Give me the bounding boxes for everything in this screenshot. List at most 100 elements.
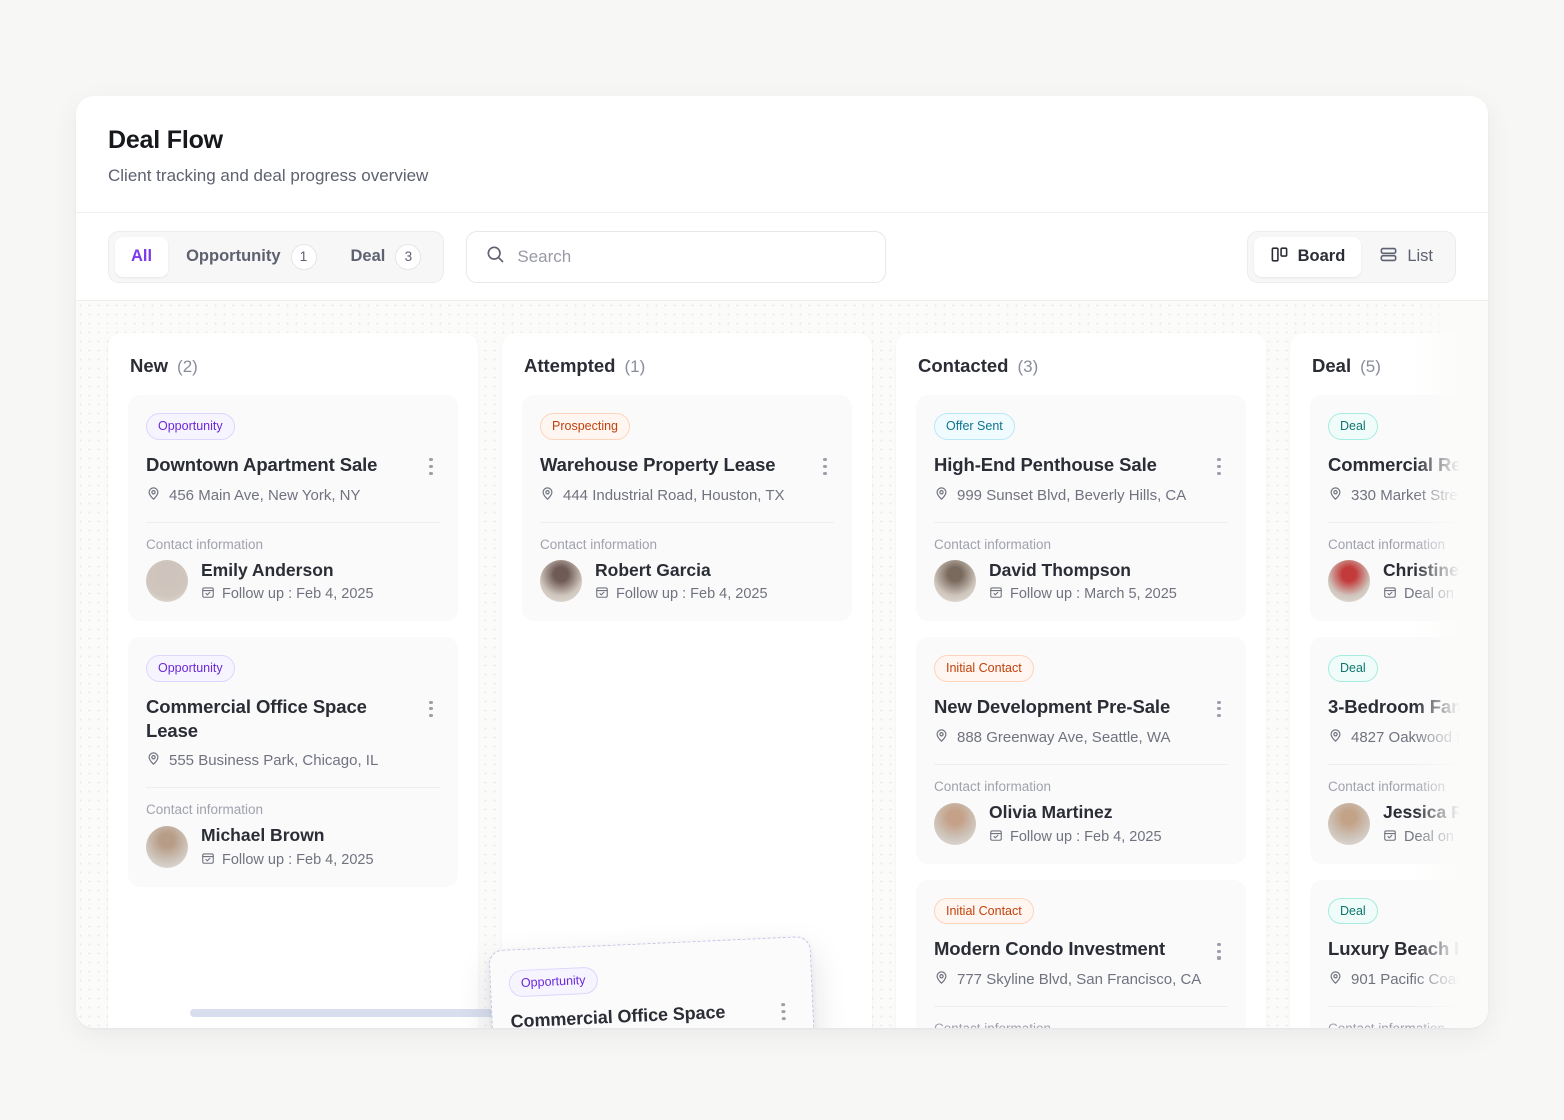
kanban-board[interactable]: New (2) Opportunity Downtown Apartment Sale…	[76, 301, 1488, 1028]
card-address: 456 Main Ave, New York, NY	[169, 486, 361, 504]
location-pin-icon	[1328, 728, 1343, 747]
card-address: 444 Industrial Road, Houston, TX	[563, 486, 785, 504]
card-title: Commercial Office Space Lease	[510, 1001, 726, 1028]
card-badge: Deal	[1328, 413, 1378, 440]
card-title: Modern Condo Investment	[934, 938, 1166, 960]
tab-all[interactable]: All	[115, 236, 169, 277]
card-date: Follow up : Feb 4, 2025	[222, 586, 374, 603]
deal-card[interactable]: Opportunity Commercial Office Space Lease…	[128, 637, 458, 887]
filter-tab-group: All Opportunity 1 Deal 3	[108, 230, 445, 283]
card-title: High-End Penthouse Sale	[934, 453, 1157, 475]
card-date-row: Follow up : Feb 4, 2025	[201, 851, 374, 869]
card-menu-icon[interactable]	[1210, 698, 1228, 720]
column-header: Contacted (3)	[916, 355, 1246, 377]
dragging-card[interactable]: Opportunity Commercial Office Space Leas…	[488, 935, 822, 1028]
column-count: (3)	[1017, 357, 1039, 376]
contact-name: Olivia Martinez	[989, 801, 1113, 822]
tab-deal[interactable]: Deal 3	[335, 237, 438, 277]
card-date-row: Follow up : Feb 4, 2025	[989, 828, 1162, 846]
avatar	[934, 802, 976, 845]
calendar-check-icon	[201, 585, 215, 603]
card-menu-icon[interactable]	[1210, 456, 1228, 478]
card-address-row: 4827 Oakwood Drive, Austin, TX	[1328, 728, 1488, 747]
contact-name: Emily Anderson	[201, 559, 334, 580]
deal-card[interactable]: Prospecting Warehouse Property Lease 444 I…	[522, 395, 852, 622]
toolbar: All Opportunity 1 Deal 3 Board	[76, 213, 1488, 301]
board-horizontal-scrollbar[interactable]	[190, 1009, 504, 1017]
card-badge: Opportunity	[146, 413, 235, 440]
card-address: 4827 Oakwood Drive, Austin, TX	[1351, 728, 1488, 746]
deal-card[interactable]: Deal Commercial Retail Space 330 Market St…	[1310, 395, 1488, 622]
card-date-row: Deal on : March 5, 2025	[1383, 828, 1488, 846]
card-address: 555 Business Park, Chicago, IL	[169, 751, 379, 769]
card-address: 888 Greenway Ave, Seattle, WA	[957, 728, 1171, 746]
tab-opportunity-count: 1	[290, 243, 317, 270]
search-box[interactable]	[466, 230, 887, 283]
location-pin-icon	[934, 486, 949, 505]
card-date: Follow up : Feb 4, 2025	[1010, 828, 1162, 845]
avatar	[1328, 802, 1370, 845]
card-address-row: 456 Main Ave, New York, NY	[146, 486, 440, 505]
deal-card[interactable]: Deal Luxury Beach House 901 Pacific Coast …	[1310, 879, 1488, 1028]
card-menu-icon[interactable]	[422, 698, 440, 720]
avatar	[146, 825, 188, 868]
card-date: Follow up : March 5, 2025	[1010, 586, 1177, 603]
card-address-row: 888 Greenway Ave, Seattle, WA	[934, 728, 1228, 747]
deal-card[interactable]: Offer Sent High-End Penthouse Sale 999 Sun…	[916, 395, 1246, 622]
calendar-check-icon	[1383, 585, 1397, 603]
view-list-label: List	[1407, 247, 1433, 265]
card-date-row: Deal on : March 5, 2025	[1383, 585, 1488, 603]
card-date: Deal on : March 5, 2025	[1404, 586, 1488, 603]
card-badge: Deal	[1328, 897, 1378, 925]
page-title: Deal Flow	[108, 126, 223, 154]
column-header: Attempted (1)	[522, 355, 852, 377]
card-divider	[146, 786, 440, 788]
avatar	[146, 560, 188, 603]
location-pin-icon	[1328, 486, 1343, 505]
view-board-button[interactable]: Board	[1253, 236, 1362, 277]
card-address: 901 Pacific Coast Hwy, Malibu, CA	[1351, 971, 1488, 989]
card-address: 999 Sunset Blvd, Beverly Hills, CA	[957, 486, 1187, 504]
card-date-row: Follow up : Feb 4, 2025	[201, 585, 374, 603]
column-title: Contacted	[918, 355, 1009, 376]
contact-information-label: Contact information	[540, 536, 658, 552]
card-date: Follow up : Feb 4, 2025	[222, 851, 374, 868]
deal-card[interactable]: Initial Contact Modern Condo Investment 77…	[916, 879, 1246, 1028]
deal-card[interactable]: Deal 3-Bedroom Family Home 4827 Oakwood Dr…	[1310, 637, 1488, 864]
card-menu-icon[interactable]	[422, 456, 440, 478]
contact-name: Michael Brown	[201, 824, 325, 845]
card-menu-icon[interactable]	[774, 1000, 793, 1023]
card-date: Deal on : March 5, 2025	[1404, 828, 1488, 845]
contact-name: David Thompson	[989, 559, 1131, 580]
deal-card[interactable]: Initial Contact New Development Pre-Sale 8…	[916, 637, 1246, 864]
deal-card[interactable]: Opportunity Downtown Apartment Sale 456 Ma…	[128, 395, 458, 622]
card-badge: Initial Contact	[934, 655, 1034, 682]
column-count: (1)	[624, 357, 646, 376]
calendar-check-icon	[989, 828, 1003, 846]
contact-name: Christine Bennett	[1383, 559, 1488, 580]
contact-information-label: Contact information	[934, 778, 1052, 794]
tab-deal-label: Deal	[350, 247, 386, 265]
card-badge: Opportunity	[146, 655, 235, 682]
contact-information-label: Contact information	[934, 1021, 1228, 1028]
card-address: 777 Skyline Blvd, San Francisco, CA	[957, 971, 1202, 989]
location-pin-icon	[934, 728, 949, 747]
view-list-button[interactable]: List	[1363, 237, 1449, 277]
card-address-row: 444 Industrial Road, Houston, TX	[540, 486, 834, 505]
card-address-row: 777 Skyline Blvd, San Francisco, CA	[934, 970, 1228, 989]
card-divider	[934, 1006, 1228, 1008]
tab-all-label: All	[131, 247, 153, 265]
column-header: Deal (5)	[1310, 355, 1488, 377]
kanban-column: New (2) Opportunity Downtown Apartment Sale…	[108, 333, 478, 1028]
column-count: (5)	[1360, 357, 1381, 376]
view-toggle-group: Board List	[1246, 230, 1456, 283]
card-divider	[146, 521, 440, 523]
calendar-check-icon	[1383, 828, 1397, 846]
card-menu-icon[interactable]	[1210, 940, 1228, 962]
location-pin-icon	[934, 970, 949, 989]
search-input[interactable]	[517, 246, 868, 267]
card-menu-icon[interactable]	[816, 456, 834, 478]
contact-information-label: Contact information	[146, 801, 264, 817]
tab-opportunity[interactable]: Opportunity 1	[170, 237, 332, 277]
card-date-row: Follow up : Feb 4, 2025	[595, 585, 768, 603]
